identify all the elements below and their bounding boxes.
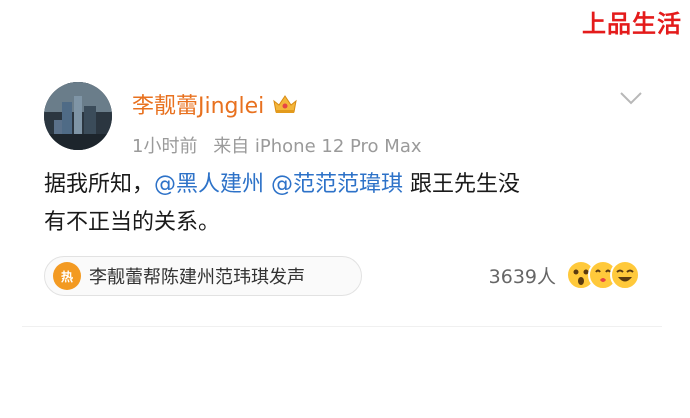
watermark-text: 上品生活 xyxy=(582,10,682,38)
post-source: 来自 iPhone 12 Pro Max xyxy=(213,136,422,157)
screenshot-page: 上品生活 李靓蕾Jinglei 1小时前 来自 iPhone 12 Pro Ma… xyxy=(0,0,690,418)
post-time: 1小时前 xyxy=(132,136,198,157)
body-text-line2: 有不正当的关系。 xyxy=(44,210,221,235)
post-meta: 1小时前 来自 iPhone 12 Pro Max xyxy=(132,132,422,158)
avatar[interactable] xyxy=(44,82,112,150)
topic-label: 李靓蕾帮陈建州范玮琪发声 xyxy=(89,267,305,288)
divider xyxy=(22,326,662,327)
username-row: 李靓蕾Jinglei xyxy=(132,88,298,120)
chevron-down-icon[interactable] xyxy=(618,90,644,106)
body-text-prefix: 据我所知， xyxy=(44,172,155,197)
mention-link-2[interactable]: @范范范瑋琪 xyxy=(271,172,403,197)
post-body: 据我所知，@黑人建州 @范范范瑋琪 跟王先生没 有不正当的关系。 xyxy=(44,166,644,242)
reactions[interactable]: 3639人 xyxy=(489,260,640,290)
laugh-emoji-icon xyxy=(610,260,640,290)
avatar-image xyxy=(44,82,112,150)
mention-link-1[interactable]: @黑人建州 xyxy=(154,172,264,197)
vip-crown-icon xyxy=(273,95,298,113)
body-text-suffix: 跟王先生没 xyxy=(403,172,521,197)
topic-link[interactable]: 热 李靓蕾帮陈建州范玮琪发声 xyxy=(44,256,362,296)
username[interactable]: 李靓蕾Jinglei xyxy=(132,88,264,120)
reaction-count: 3639人 xyxy=(488,265,556,288)
hot-topic-icon: 热 xyxy=(53,262,81,290)
weibo-post-card: 李靓蕾Jinglei 1小时前 来自 iPhone 12 Pro Max 据我所… xyxy=(22,64,662,344)
